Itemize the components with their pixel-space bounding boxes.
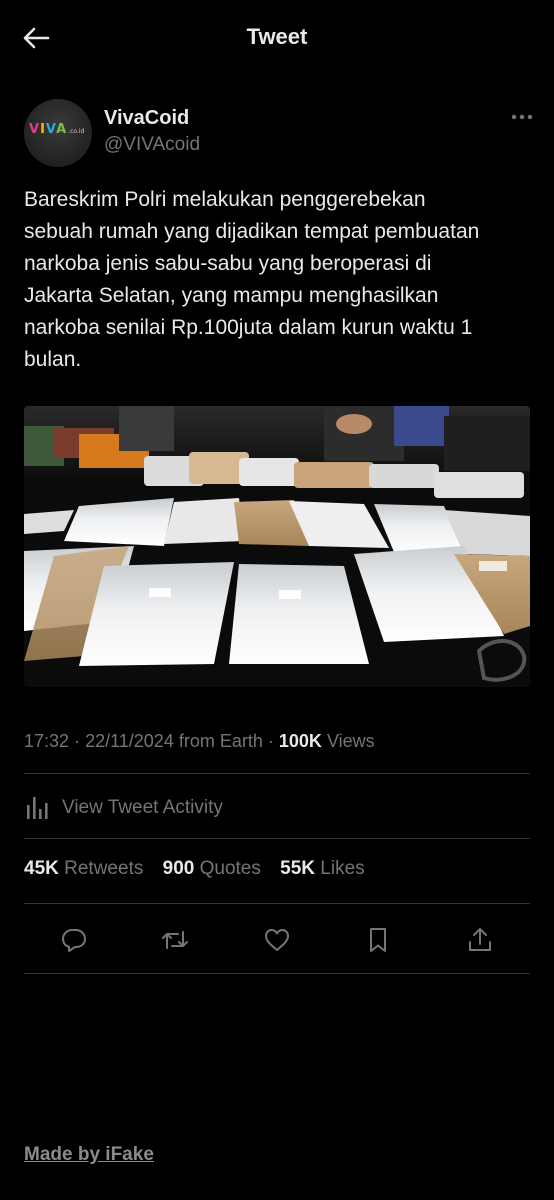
quotes-stat[interactable]: 900 Quotes [163,858,261,879]
divider [24,903,530,904]
divider [24,838,530,839]
divider [24,973,530,974]
tweet-date: 22/11/2024 [85,731,174,751]
tweet-engagement-stats: 45K Retweets 900 Quotes 55K Likes [24,858,379,880]
bookmark-icon [370,928,386,952]
divider [24,773,530,774]
page-title: Tweet [246,24,308,49]
author-handle[interactable]: @VIVAcoid [104,134,200,156]
views-label: Views [326,731,375,751]
photo-packets-illustration [24,406,530,687]
reply-button[interactable] [54,920,94,960]
view-tweet-activity-button[interactable]: View Tweet Activity [24,788,530,828]
tweet-timestamp-line: 17:32 · 22/11/2024 from Earth · 100K Vie… [24,731,375,751]
avatar[interactable]: VIVA.co.id [24,99,92,167]
author-display-name[interactable]: VivaCoid [104,107,189,130]
tweet-media-photo[interactable] [24,406,530,687]
like-button[interactable] [257,920,297,960]
viva-logo: VIVA.co.id [29,122,85,137]
retweet-icon [162,931,188,949]
tweet-text: Bareskrim Polri melakukan penggerebekan … [24,188,480,371]
heart-icon [265,929,289,951]
retweets-stat[interactable]: 45K Retweets [24,858,143,879]
tweet-author: VIVA.co.id VivaCoid @VIVAcoid [24,99,534,169]
share-button[interactable] [460,920,500,960]
tweet-source: from Earth [178,731,263,751]
views-count: 100K [278,731,322,751]
bar-chart-icon [27,797,48,819]
made-by-credit-link[interactable]: Made by iFake [24,1144,154,1166]
more-horizontal-icon [511,114,533,120]
view-tweet-activity-label: View Tweet Activity [62,797,223,818]
bookmark-button[interactable] [358,920,398,960]
retweet-button[interactable] [155,920,195,960]
share-icon [469,928,491,951]
reply-icon [62,929,86,952]
top-bar: Tweet [0,0,554,78]
tweet-action-bar [24,920,530,960]
likes-stat[interactable]: 55K Likes [280,858,365,879]
more-options-button[interactable] [510,109,534,125]
tweet-time: 17:32 [24,731,70,751]
